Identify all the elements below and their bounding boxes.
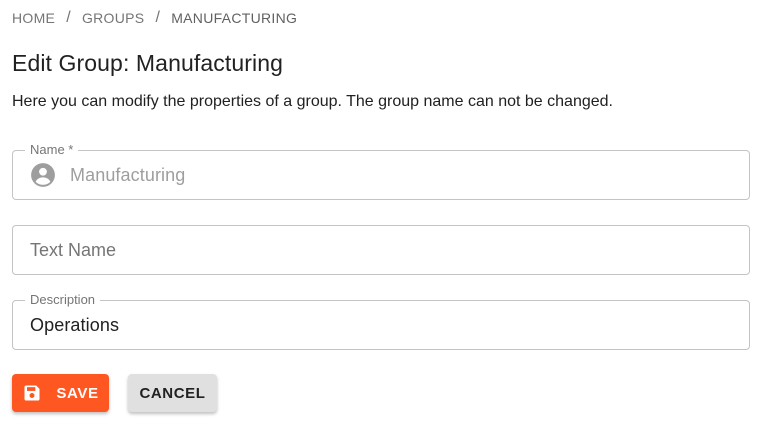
description-field-value[interactable]: Operations <box>30 315 119 336</box>
floppy-disk-icon <box>22 383 42 403</box>
breadcrumb-separator: / <box>66 9 71 26</box>
save-button[interactable]: SAVE <box>12 374 109 412</box>
breadcrumb-home[interactable]: HOME <box>12 10 55 26</box>
breadcrumb-groups[interactable]: GROUPS <box>82 10 144 26</box>
edit-group-page: HOME / GROUPS / MANUFACTURING Edit Group… <box>0 0 782 444</box>
name-field-value: Manufacturing <box>70 164 186 185</box>
text-name-field[interactable]: Text Name <box>12 225 750 275</box>
page-description: Here you can modify the properties of a … <box>12 93 613 110</box>
breadcrumb-separator: / <box>155 9 161 26</box>
cancel-button-label: CANCEL <box>139 384 206 402</box>
page-title: Edit Group: Manufacturing <box>12 50 283 76</box>
name-field: Name * Manufacturing <box>12 142 750 200</box>
account-circle-icon <box>30 162 56 188</box>
breadcrumb-current: MANUFACTURING <box>171 10 298 26</box>
breadcrumb: HOME / GROUPS / MANUFACTURING <box>12 9 297 27</box>
cancel-button[interactable]: CANCEL <box>128 374 217 412</box>
description-field-label: Description <box>25 292 101 308</box>
description-field[interactable]: Description Operations <box>12 292 750 350</box>
text-name-placeholder: Text Name <box>30 239 117 260</box>
save-button-label: SAVE <box>56 384 99 402</box>
name-field-label: Name * <box>25 142 79 158</box>
